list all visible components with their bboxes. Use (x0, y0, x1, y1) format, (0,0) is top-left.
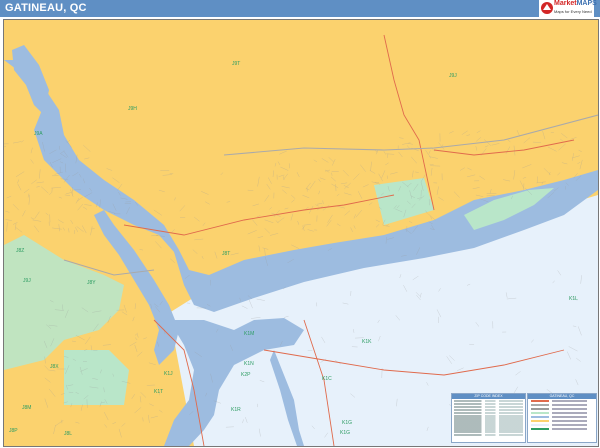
inset-key-row (531, 416, 593, 419)
map-title: GATINEAU, QC (5, 2, 87, 14)
inset-key-row (531, 420, 593, 423)
title-bar: GATINEAU, QC MarketMAPS Maps for Every N… (0, 0, 600, 17)
key-swatch (531, 400, 549, 402)
postal-code-label: J8Z (16, 248, 24, 254)
inset-key-row (531, 408, 593, 411)
key-swatch (531, 428, 549, 430)
key-text-placeholder (552, 412, 587, 414)
postal-code-label: J9J (23, 278, 31, 284)
postal-code-label: K1T (154, 389, 163, 395)
key-text-placeholder (552, 404, 587, 406)
postal-code-label: K1K (362, 339, 372, 345)
zip-code-index-legend: ZIP CODE INDEX (451, 393, 526, 443)
brand-logo-block: MarketMAPS Maps for Every Need (539, 0, 597, 17)
key-text-placeholder (552, 424, 587, 426)
postal-code-label: K1G (342, 420, 352, 426)
postal-code-label: K1N (244, 361, 254, 367)
postal-code-label: J9J (449, 73, 457, 79)
postal-code-label: J8Y (87, 280, 96, 286)
key-swatch (531, 420, 549, 422)
key-text-placeholder (552, 408, 587, 410)
legend-rows (452, 399, 525, 437)
legend-row (454, 433, 523, 437)
inset-key-row (531, 424, 593, 427)
key-text-placeholder (552, 400, 587, 402)
inset-key-row (531, 404, 593, 407)
inset-header: GATINEAU, QC (528, 394, 596, 399)
key-text-placeholder (552, 420, 587, 422)
key-swatch (531, 404, 549, 406)
postal-code-label: K1L (569, 296, 578, 302)
postal-code-label: J8X (50, 364, 59, 370)
key-swatch (531, 416, 549, 418)
postal-code-label: K1J (164, 371, 173, 377)
postal-code-label: K1G (340, 430, 350, 436)
inset-key-row (531, 412, 593, 415)
key-swatch (531, 424, 549, 426)
brand-name: MarketMAPS (554, 0, 597, 7)
postal-code-label: J8P (9, 428, 18, 434)
key-swatch (531, 412, 549, 414)
inset-rows (528, 400, 596, 431)
postal-code-label: K1M (244, 331, 254, 337)
key-swatch (531, 408, 549, 410)
key-text-placeholder (552, 428, 587, 430)
postal-code-label: J9A (34, 131, 43, 137)
postal-code-label: K1R (231, 407, 241, 413)
map-canvas[interactable]: J9T J9J J9H J9A J8T J8Z J8Y J9J J8X J8M K1L K1M K1K K… (4, 20, 598, 446)
map-frame[interactable]: J9T J9J J9H J9A J8T J8Z J8Y J9J J8X J8M K1L K1M K1K K… (3, 19, 599, 447)
postal-code-label: J9T (232, 61, 240, 67)
postal-code-label: K2P (241, 372, 251, 378)
inset-key-box: GATINEAU, QC (527, 393, 597, 443)
key-text-placeholder (552, 416, 587, 418)
market-maps-logo-icon (541, 2, 553, 14)
postal-code-label: J8M (22, 405, 31, 411)
inset-key-row (531, 428, 593, 431)
brand-tagline: Maps for Every Need (554, 9, 592, 14)
inset-key-row (531, 400, 593, 403)
postal-code-label: J8T (222, 251, 230, 257)
postal-code-label: J9H (128, 106, 137, 112)
postal-code-label: K1C (322, 376, 332, 382)
postal-code-label: J8L (64, 431, 72, 437)
legend-header: ZIP CODE INDEX (452, 394, 525, 399)
